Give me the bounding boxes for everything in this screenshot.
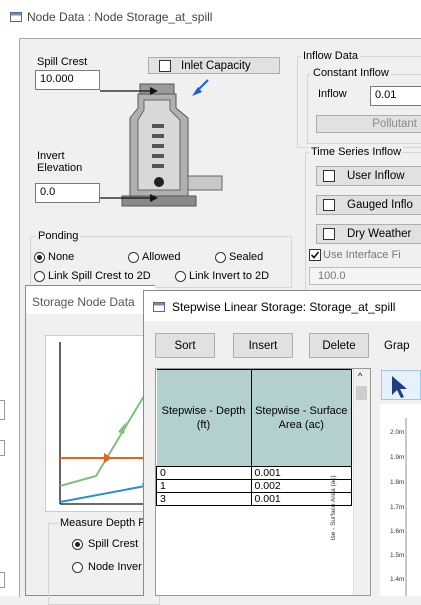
interface-value-input[interactable]: 100.0 <box>309 267 421 285</box>
link-invert-label: Link Invert to 2D <box>189 270 270 282</box>
table-header-row: Stepwise - Depth (ft) Stepwise - Surface… <box>156 369 352 467</box>
inlet-capacity-label: Inlet Capacity <box>181 59 251 72</box>
depth-cell[interactable]: 3 <box>156 492 252 506</box>
inflow-label: Inflow <box>318 88 347 100</box>
spill-crest-input[interactable]: 10.000 <box>35 70 100 90</box>
left-edge-control-3 <box>0 572 5 588</box>
ponding-sealed-label: Sealed <box>229 251 264 263</box>
scroll-up-icon[interactable]: ^ <box>358 371 362 381</box>
graph-y-axis-label: ise - Surface Area (ac) <box>330 475 337 540</box>
left-edge-control-1 <box>0 400 5 420</box>
graph-tick-label: 1.8m <box>390 479 405 486</box>
insert-button[interactable]: Insert <box>233 333 293 358</box>
constant-inflow-title: Constant Inflow <box>311 67 391 79</box>
user-inflow-checkbox[interactable] <box>323 170 335 182</box>
node-invert-option-label: Node Inver <box>88 561 142 573</box>
stepwise-table[interactable]: Stepwise - Depth (ft) Stepwise - Surface… <box>155 368 371 596</box>
storage-curve-plot <box>45 335 157 512</box>
stepwise-title: Stepwise Linear Storage: Storage_at_spil… <box>172 300 396 314</box>
measure-depth-title: Measure Depth Fi <box>58 517 150 529</box>
spill-crest-radio[interactable] <box>72 539 83 550</box>
gauged-inflow-checkbox[interactable] <box>323 199 335 211</box>
cursor-icon <box>392 376 407 398</box>
ponding-none-label: None <box>48 251 75 263</box>
manhole-illustration <box>100 78 225 228</box>
graph-label: Grap <box>384 340 410 352</box>
graph-tick-label: 1.4m <box>390 576 405 583</box>
sort-button[interactable]: Sort <box>155 333 215 358</box>
depth-cell[interactable]: 1 <box>156 479 252 493</box>
invert-elevation-input[interactable]: 0.0 <box>35 183 100 203</box>
window-title: Node Data : Node Storage_at_spill <box>27 10 213 24</box>
inlet-capacity-button[interactable]: Inlet Capacity <box>148 57 280 74</box>
link-spill-label: Link Spill Crest to 2D <box>48 270 151 282</box>
use-interface-label: Use Interface Fi <box>323 249 401 261</box>
window-icon <box>10 12 22 22</box>
user-inflow-button[interactable]: User Inflow <box>316 166 421 186</box>
delete-button[interactable]: Delete <box>309 333 369 358</box>
ponding-sealed-radio[interactable] <box>215 252 226 263</box>
ponding-allowed-label: Allowed <box>142 251 181 263</box>
left-edge-control-2 <box>0 440 5 456</box>
spill-crest-option-label: Spill Crest <box>88 538 139 550</box>
link-spill-radio[interactable] <box>34 271 45 282</box>
time-series-title: Time Series Inflow <box>309 146 404 158</box>
dry-weather-label: Dry Weather <box>347 228 412 240</box>
constant-inflow-group <box>307 74 421 144</box>
table-scrollbar[interactable]: ^ <box>353 369 370 595</box>
ponding-allowed-radio[interactable] <box>128 252 139 263</box>
depth-column-header[interactable]: Stepwise - Depth (ft) <box>156 369 252 467</box>
dry-weather-checkbox[interactable] <box>323 228 335 240</box>
dry-weather-button[interactable]: Dry Weather <box>316 224 421 244</box>
table-row[interactable]: 3 0.001 <box>156 492 352 506</box>
graph-tick-label: 1.6m <box>390 528 405 535</box>
scrollbar-thumb[interactable] <box>356 386 367 400</box>
depth-cell[interactable]: 0 <box>156 466 252 480</box>
link-invert-radio[interactable] <box>175 271 186 282</box>
pointer-tool-button[interactable] <box>381 370 421 400</box>
storage-node-title: Storage Node Data <box>32 295 135 309</box>
graph-tick-label: 2.0m <box>390 429 405 436</box>
gauged-inflow-button[interactable]: Gauged Inflo <box>316 195 421 215</box>
gauged-inflow-label: Gauged Inflo <box>347 199 413 211</box>
stepwise-window-icon <box>153 302 165 312</box>
invert-elevation-label: Invert Elevation <box>37 150 83 174</box>
area-column-header[interactable]: Stepwise - Surface Area (ac) <box>250 369 352 467</box>
ponding-none-radio[interactable] <box>34 252 45 263</box>
use-interface-checkbox[interactable] <box>309 249 321 261</box>
inlet-capacity-checkbox[interactable] <box>159 59 171 72</box>
graph-tick-label: 1.9m <box>390 454 405 461</box>
inflow-input[interactable]: 0.01 <box>370 86 421 106</box>
inflow-data-title: Inflow Data <box>301 50 361 62</box>
table-row[interactable]: 0 0.001 <box>156 466 352 480</box>
ponding-title: Ponding <box>36 230 81 242</box>
graph-tick-label: 1.5m <box>390 552 405 559</box>
node-invert-radio[interactable] <box>72 562 83 573</box>
spill-crest-label: Spill Crest <box>37 56 88 68</box>
graph-tick-label: 1.7m <box>390 504 405 511</box>
table-row[interactable]: 1 0.002 <box>156 479 352 493</box>
user-inflow-label: User Inflow <box>347 170 405 182</box>
pollutant-loads-button[interactable]: Pollutant Lo <box>316 115 421 133</box>
